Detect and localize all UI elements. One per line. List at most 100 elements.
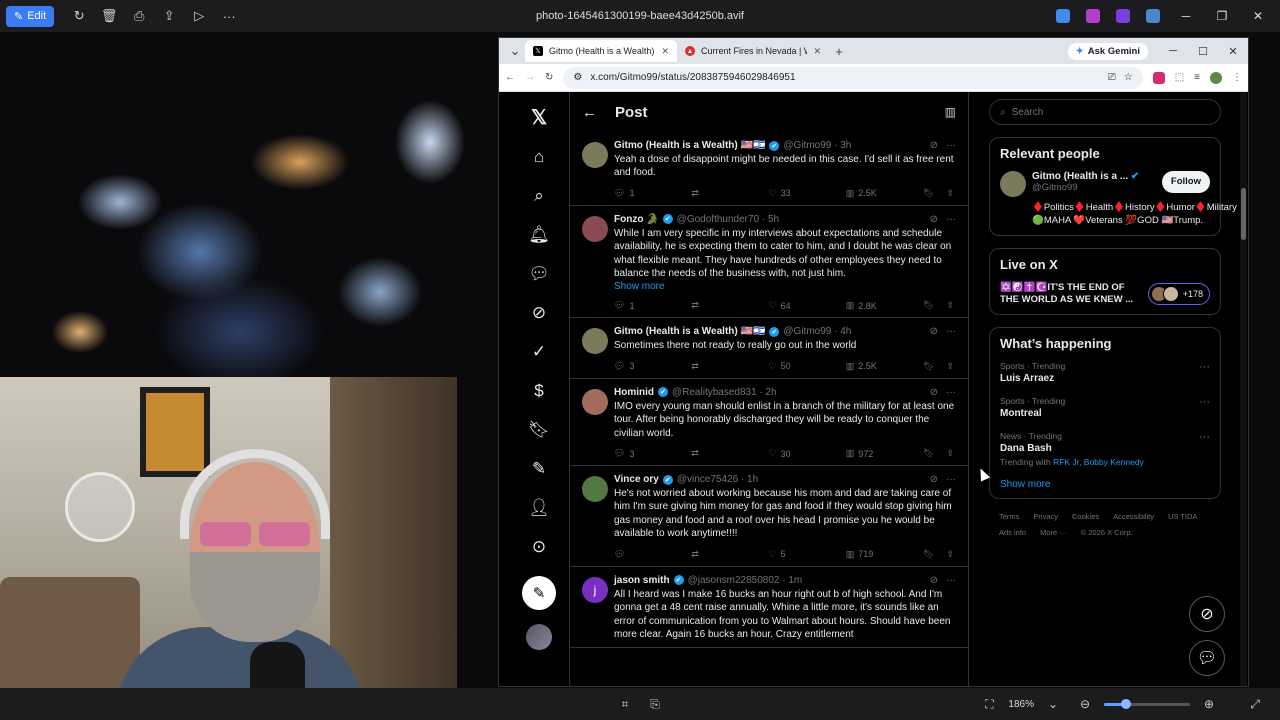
share-icon[interactable]: ⇪ <box>946 361 954 372</box>
browser-close-icon[interactable]: ✕ <box>1218 45 1248 58</box>
tweet-avatar[interactable] <box>582 328 608 355</box>
zoom-slider[interactable] <box>1104 698 1190 709</box>
trend-more-icon[interactable]: ··· <box>1199 431 1210 467</box>
browser-maximize-icon[interactable]: ☐ <box>1188 45 1218 58</box>
bookmark-icon[interactable]: 🔖︎ <box>923 549 934 560</box>
tweet-handle-time[interactable]: @Gitmo99 · 4h <box>783 326 851 337</box>
share-icon[interactable]: ⇪ <box>946 448 954 459</box>
share-icon[interactable]: ⇪ <box>154 4 184 28</box>
messages-fab-icon[interactable]: 💬︎ <box>1189 640 1225 676</box>
footer-link[interactable]: Cookies <box>1072 509 1099 525</box>
like-action[interactable]: ♡ 64 <box>769 300 809 311</box>
tweet-more-icon[interactable]: ··· <box>946 214 956 225</box>
reply-tweet[interactable]: Vince ory ✔ @vince75426 · 1h ⊘ ··· He's not w… <box>570 466 968 567</box>
account-avatar[interactable] <box>526 624 552 650</box>
messages-icon[interactable]: 💬︎ <box>519 254 559 293</box>
trend-more-icon[interactable]: ··· <box>1199 396 1210 419</box>
explore-search-icon[interactable]: ⌕ <box>519 176 559 215</box>
tweet-handle-time[interactable]: @Gitmo99 · 3h <box>783 140 851 151</box>
trend-item[interactable]: Sports · Trending Luis Arraez ··· <box>1000 361 1210 384</box>
tab-list-icon[interactable]: ⌄ <box>505 43 525 59</box>
media-icon[interactable]: ≡ <box>1194 72 1200 83</box>
share-icon[interactable]: ⇪ <box>946 549 954 560</box>
tweet-avatar[interactable] <box>582 388 608 415</box>
footer-link[interactable]: Accessibility <box>1113 509 1154 525</box>
reply-tweet[interactable]: j jason smith ✔ @jasonsm22850802 · 1m ⊘ ··· Al… <box>570 567 968 649</box>
search-input[interactable]: ⌕ Search <box>989 99 1221 125</box>
bookmark-icon[interactable]: 🔖︎ <box>923 361 934 372</box>
maximize-icon[interactable]: ❐ <box>1206 9 1238 23</box>
reply-action[interactable]: 💬︎ 3 <box>614 361 654 372</box>
home-icon[interactable]: ⌂ <box>519 137 559 176</box>
tweet-more-icon[interactable]: ··· <box>946 140 956 151</box>
tab-close-icon[interactable]: ✕ <box>813 46 821 57</box>
views-action[interactable]: ▥ 719 <box>846 549 886 560</box>
share-icon[interactable]: ⇪ <box>946 188 954 199</box>
grok-tweet-icon[interactable]: ⊘ <box>930 474 938 485</box>
reply-action[interactable]: 💬︎ 3 <box>614 448 654 459</box>
zoom-out-icon[interactable]: ⊖ <box>1072 697 1098 711</box>
footer-link[interactable]: Privacy <box>1033 509 1058 525</box>
app-icon-3[interactable] <box>1116 9 1130 23</box>
live-space-title[interactable]: ✡️☯️✝️☪️IT'S THE END OF THE WORLD AS WE … <box>1000 282 1142 306</box>
tweet-more-icon[interactable]: ··· <box>946 474 956 485</box>
bookmarks-icon[interactable]: 🔖︎ <box>519 410 559 449</box>
close-icon[interactable]: ✕ <box>1242 9 1274 23</box>
tweet-more-icon[interactable]: ··· <box>946 575 956 586</box>
footer-link[interactable]: © 2026 X Corp. <box>1081 525 1133 541</box>
views-action[interactable]: ▥ 2.5K <box>846 188 886 199</box>
compose-post-button[interactable]: ✎ <box>522 576 556 610</box>
tweet-handle-time[interactable]: @Godofthunder70 · 5h <box>677 214 779 225</box>
repost-action[interactable]: ⇄ <box>691 549 731 560</box>
tweet-author-name[interactable]: jason smith <box>614 575 670 586</box>
tweet-author-name[interactable]: Hominid <box>614 387 654 398</box>
articles-icon[interactable]: ✎ <box>519 449 559 488</box>
like-action[interactable]: ♡ 50 <box>769 361 809 372</box>
trend-item[interactable]: Sports · Trending Montreal ··· <box>1000 396 1210 419</box>
tab-gitmo[interactable]: 𝕏 Gitmo (Health is a Wealth) usu ✕ <box>525 40 677 62</box>
repost-action[interactable]: ⇄ <box>691 188 731 199</box>
profile-icon[interactable]: 👤︎ <box>519 488 559 527</box>
zoom-dropdown-icon[interactable]: ⌄ <box>1040 697 1066 711</box>
tweet-avatar[interactable] <box>582 476 608 503</box>
back-icon[interactable]: ← <box>505 72 515 83</box>
browser-minimize-icon[interactable]: ─ <box>1158 45 1188 57</box>
bookmark-icon[interactable]: 🔖︎ <box>923 300 934 311</box>
reply-action[interactable]: 💬︎ <box>614 549 654 560</box>
repost-action[interactable]: ⇄ <box>691 361 731 372</box>
person-name[interactable]: Gitmo (Health is a ... ✔ <box>1032 171 1139 182</box>
repost-action[interactable]: ⇄ <box>691 300 731 311</box>
install-icon[interactable]: ⎚ <box>1108 72 1116 83</box>
grok-tweet-icon[interactable]: ⊘ <box>930 575 938 586</box>
money-icon[interactable]: $ <box>519 371 559 410</box>
new-tab-icon[interactable]: + <box>829 44 849 59</box>
site-info-icon[interactable]: ⚙ <box>573 72 582 83</box>
grok-icon[interactable]: ⊘ <box>519 293 559 332</box>
page-scrollbar[interactable] <box>1240 92 1247 686</box>
tweet-author-name[interactable]: Gitmo (Health is a Wealth) 🇺🇸🇮🇱 <box>614 140 765 151</box>
trending-with-links[interactable]: RFK Jr, Bobby Kennedy <box>1053 457 1144 467</box>
delete-icon[interactable]: 🗑 <box>94 4 124 28</box>
tweet-more-icon[interactable]: ··· <box>946 387 956 398</box>
notifications-bell-icon[interactable]: 🔔︎ <box>519 215 559 254</box>
fullscreen-icon[interactable]: ⤢ <box>1242 697 1268 712</box>
tweet-author-name[interactable]: Fonzo 🐊 <box>614 214 659 225</box>
grok-tweet-icon[interactable]: ⊘ <box>930 140 938 151</box>
tab-fires[interactable]: ▲ Current Fires in Nevada | WFCA ✕ <box>677 40 829 62</box>
app-icon-4[interactable] <box>1146 9 1160 23</box>
zoom-in-icon[interactable]: ⊕ <box>1196 697 1222 711</box>
views-action[interactable]: ▥ 2.8K <box>846 300 886 311</box>
tweet-avatar[interactable]: j <box>582 576 608 603</box>
fit-window-icon[interactable]: ⛶ <box>976 697 1002 712</box>
edit-button[interactable]: ✎ Edit <box>6 5 55 27</box>
reply-tweet[interactable]: Gitmo (Health is a Wealth) 🇺🇸🇮🇱 ✔ @Gitmo99… <box>570 132 968 206</box>
reload-icon[interactable]: ↻ <box>545 72 553 83</box>
trend-more-icon[interactable]: ··· <box>1199 361 1210 384</box>
tweet-author-name[interactable]: Vince ory <box>614 474 659 485</box>
bookmark-icon[interactable]: 🔖︎ <box>923 188 934 199</box>
show-more-link[interactable]: Show more <box>1000 479 1210 490</box>
tweet-author-name[interactable]: Gitmo (Health is a Wealth) 🇺🇸🇮🇱 <box>614 326 765 337</box>
extension-icon[interactable] <box>1152 71 1165 84</box>
like-action[interactable]: ♡ 33 <box>769 188 809 199</box>
tweet-handle-time[interactable]: @jasonsm22850802 · 1m <box>688 575 803 586</box>
